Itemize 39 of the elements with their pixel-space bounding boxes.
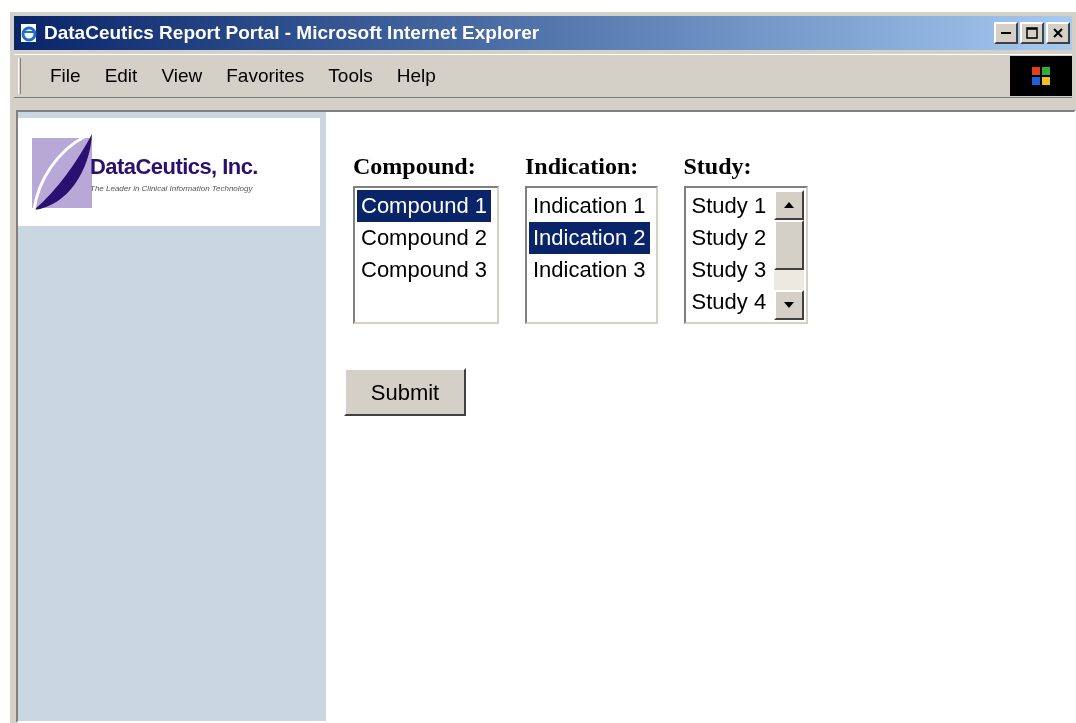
list-option[interactable]: Study 1 bbox=[687, 190, 771, 222]
list-label: Compound: bbox=[353, 152, 477, 180]
scroll-thumb[interactable] bbox=[774, 220, 805, 270]
list-option[interactable]: Compound 3 bbox=[357, 254, 491, 286]
logo-name: DataCeutics, Inc. bbox=[90, 152, 258, 181]
scrollbar[interactable] bbox=[774, 190, 805, 320]
list-label: Study: bbox=[683, 152, 753, 180]
up-arrow-icon bbox=[783, 201, 796, 209]
menu-item[interactable]: File bbox=[41, 61, 90, 91]
list-box[interactable]: Study 1 Study 2 Study 3 Study 4 bbox=[683, 186, 809, 324]
list-box[interactable]: Compound 1 Compound 2 Compound 3 bbox=[353, 186, 499, 324]
maximize-button[interactable] bbox=[1020, 22, 1044, 44]
minimize-icon bbox=[1000, 32, 1012, 34]
menu-item[interactable]: Favorites bbox=[217, 61, 314, 91]
list-option[interactable]: Indication 3 bbox=[529, 254, 650, 286]
list-option[interactable]: Compound 1 bbox=[357, 190, 491, 222]
menu-item[interactable]: Tools bbox=[319, 61, 382, 91]
list-option[interactable]: Study 3 bbox=[687, 254, 771, 286]
submit-button[interactable]: Submit bbox=[344, 368, 466, 416]
list-option[interactable]: Study 4 bbox=[687, 286, 771, 318]
scroll-down-button[interactable] bbox=[774, 290, 805, 320]
window-title: DataCeutics Report Portal - Microsoft Internet Explorer bbox=[44, 20, 540, 45]
menu-item[interactable]: Edit bbox=[95, 61, 147, 91]
list-label: Indication: bbox=[525, 152, 640, 180]
down-arrow-icon bbox=[783, 301, 796, 309]
close-icon bbox=[1052, 27, 1064, 39]
list-option[interactable]: Compound 2 bbox=[357, 222, 491, 254]
menu-item[interactable]: Help bbox=[387, 61, 445, 91]
list-option[interactable]: Indication 1 bbox=[529, 190, 650, 222]
throbber-icon bbox=[1010, 56, 1072, 96]
list-option[interactable]: Indication 2 bbox=[529, 222, 650, 254]
close-button[interactable] bbox=[1046, 22, 1070, 44]
scroll-up-button[interactable] bbox=[774, 190, 805, 220]
minimize-button[interactable] bbox=[994, 22, 1018, 44]
logo-tagline: The Leader in Clinical Information Technology bbox=[90, 182, 254, 195]
list-option[interactable]: Study 2 bbox=[687, 222, 771, 254]
list-box[interactable]: Indication 1 Indication 2 Indication 3 bbox=[525, 186, 658, 324]
menu-item[interactable]: View bbox=[152, 61, 212, 91]
maximize-icon bbox=[1026, 27, 1038, 39]
